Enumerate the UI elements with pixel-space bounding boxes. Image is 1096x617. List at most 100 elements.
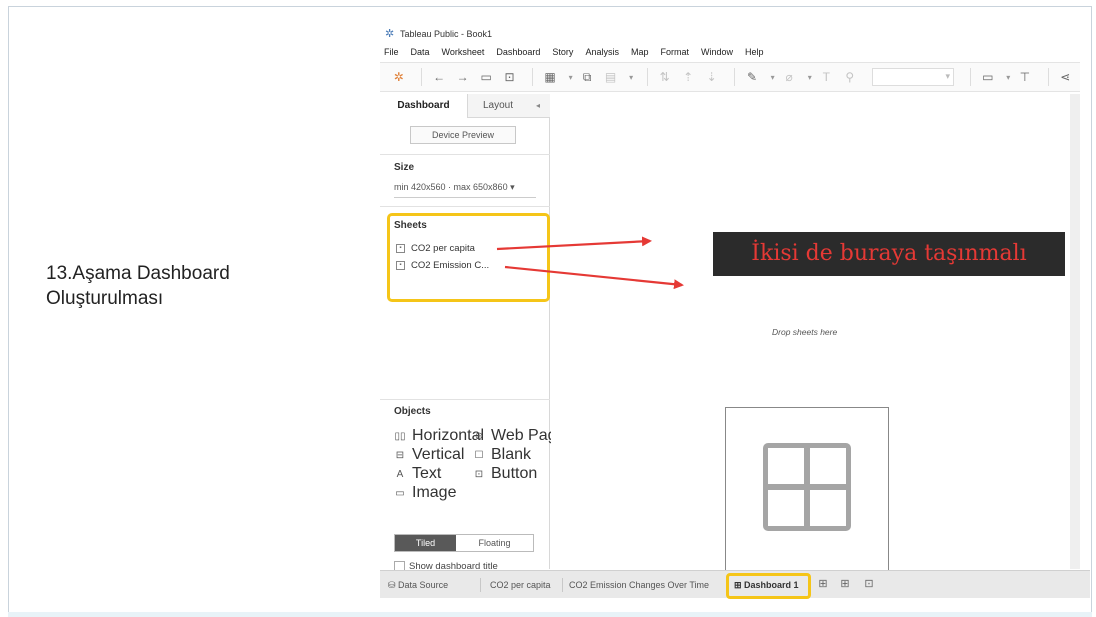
redo-icon[interactable]: → [454, 68, 471, 86]
toolbar-separator [1047, 68, 1049, 86]
tab-dashboard[interactable]: Dashboard [380, 94, 468, 118]
grid-divider [766, 484, 848, 490]
object-blank[interactable]: ☐ Blank [473, 446, 532, 464]
button-icon: ⊡ [474, 468, 484, 480]
dashboard-tab-highlight [726, 573, 811, 599]
clear-sheet-icon[interactable]: ▤ [602, 68, 619, 86]
labels-icon[interactable]: T [818, 68, 835, 86]
objects-title: Objects [394, 406, 431, 417]
size-underline [394, 197, 536, 198]
dropdown-icon[interactable]: ▾ [625, 68, 637, 86]
undo-icon[interactable]: ← [430, 68, 447, 86]
panel-tabs: Dashboard Layout ◂ [380, 94, 550, 118]
title-bar: ✲ Tableau Public - Book1 [380, 26, 492, 42]
dropdown-icon[interactable]: ▾ [804, 68, 816, 86]
menu-story[interactable]: Story [552, 47, 573, 57]
toolbar-separator [532, 68, 534, 86]
tab-data-source[interactable]: ⛁ Data Source [388, 571, 448, 599]
dropdown-icon[interactable]: ▾ [1002, 68, 1014, 86]
size-select[interactable]: min 420x560 · max 650x860 ▾ [394, 182, 515, 193]
duplicate-icon[interactable]: ⧉ [578, 68, 595, 86]
sort-ascending-icon[interactable]: ⇡ [679, 68, 696, 86]
dashboard-grid-icon [763, 443, 851, 531]
image-icon: ▭ [395, 487, 405, 499]
dashboard-panel: Dashboard Layout ◂ Device Preview Size m… [380, 94, 565, 572]
object-button[interactable]: ⊡ Button [473, 465, 537, 483]
new-worksheet-tab-icon[interactable]: ⊞ [816, 577, 830, 591]
vertical-container-icon: ⊟ [395, 449, 405, 461]
object-text[interactable]: A Text [394, 465, 442, 483]
tab-label: Data Source [398, 580, 449, 590]
fit-select[interactable] [872, 68, 955, 86]
menu-file[interactable]: File [384, 47, 399, 57]
dropdown-icon[interactable]: ▾ [565, 68, 577, 86]
collapse-panel-icon[interactable]: ◂ [536, 94, 540, 118]
show-cards-icon[interactable]: ▭ [979, 68, 996, 86]
tab-separator [480, 578, 481, 592]
menu-format[interactable]: Format [660, 47, 689, 57]
sort-descending-icon[interactable]: ⇣ [703, 68, 720, 86]
text-icon: A [396, 468, 404, 480]
sheets-highlight [387, 213, 550, 302]
slide-border [8, 6, 1092, 7]
new-dashboard-tab-icon[interactable]: ⊞ [838, 577, 852, 591]
save-icon[interactable]: ▭ [477, 68, 494, 86]
menu-data[interactable]: Data [411, 47, 430, 57]
globe-icon: ⊕ [474, 430, 484, 442]
dropdown-icon[interactable]: ▾ [767, 68, 779, 86]
toolbar-separator [421, 68, 423, 86]
slide-border [1091, 6, 1092, 614]
database-icon: ⛁ [388, 580, 399, 590]
menu-dashboard[interactable]: Dashboard [496, 47, 540, 57]
slide-bottom-strip [8, 612, 1092, 617]
menu-analysis[interactable]: Analysis [585, 47, 619, 57]
device-preview-button[interactable]: Device Preview [410, 126, 516, 144]
menu-bar: File Data Worksheet Dashboard Story Anal… [380, 44, 770, 60]
object-label: Button [491, 465, 538, 482]
menu-worksheet[interactable]: Worksheet [442, 47, 485, 57]
instruction-callout: İkisi de buraya taşınmalı [713, 232, 1065, 276]
object-label: Text [412, 465, 442, 482]
toolbar: ✲ ← → ▭ ⊡ ▦ ▾ ⧉ ▤ ▾ ⇅ ⇡ ⇣ ✎ ▾ ⌀ ▾ T ⚲ ▭ … [380, 62, 1080, 92]
pin-icon[interactable]: ⚲ [841, 68, 858, 86]
tableau-logo-icon: ✲ [385, 27, 395, 40]
section-divider [380, 154, 550, 155]
step-title-line1: 13.Aşama Dashboard [46, 263, 230, 284]
menu-map[interactable]: Map [631, 47, 649, 57]
step-title: 13.Aşama Dashboard Oluşturulması [46, 261, 346, 311]
window-title: Tableau Public - Book1 [400, 29, 493, 39]
presentation-icon[interactable]: ⊤ [1016, 68, 1033, 86]
toolbar-separator [970, 68, 971, 86]
blank-icon: ☐ [474, 449, 484, 461]
tab-sheet-co2-emission-changes[interactable]: CO2 Emission Changes Over Time [569, 571, 709, 599]
toolbar-separator [646, 68, 648, 86]
new-story-tab-icon[interactable]: ⊡ [862, 577, 876, 591]
tiled-button[interactable]: Tiled [395, 535, 456, 551]
section-divider [380, 206, 550, 207]
tab-sheet-co2-per-capita[interactable]: CO2 per capita [490, 571, 551, 599]
horizontal-container-icon: ▯▯ [394, 430, 406, 442]
tab-layout[interactable]: Layout [468, 94, 528, 118]
object-label: Vertical [412, 446, 465, 463]
menu-help[interactable]: Help [745, 47, 764, 57]
drop-sheets-hint: Drop sheets here [772, 327, 838, 337]
highlight-icon[interactable]: ✎ [743, 68, 760, 86]
tableau-home-icon[interactable]: ✲ [390, 68, 407, 86]
object-image[interactable]: ▭ Image [394, 484, 456, 502]
tab-separator [562, 578, 563, 592]
new-worksheet-icon[interactable]: ▦ [541, 68, 558, 86]
share-icon[interactable]: ⋖ [1057, 68, 1074, 86]
floating-button[interactable]: Floating [456, 535, 533, 551]
object-horizontal[interactable]: ▯▯ Horizontal [394, 427, 484, 445]
toolbar-separator [734, 68, 736, 86]
section-divider [380, 399, 550, 400]
new-data-source-icon[interactable]: ⊡ [501, 68, 518, 86]
menu-window[interactable]: Window [701, 47, 733, 57]
tiled-floating-toggle: Tiled Floating [394, 534, 534, 552]
slide-border [8, 6, 9, 614]
object-vertical[interactable]: ⊟ Vertical [394, 446, 465, 464]
object-label: Blank [491, 446, 532, 463]
vertical-scrollbar[interactable] [1070, 94, 1080, 569]
group-icon[interactable]: ⌀ [780, 68, 797, 86]
swap-icon[interactable]: ⇅ [656, 68, 673, 86]
